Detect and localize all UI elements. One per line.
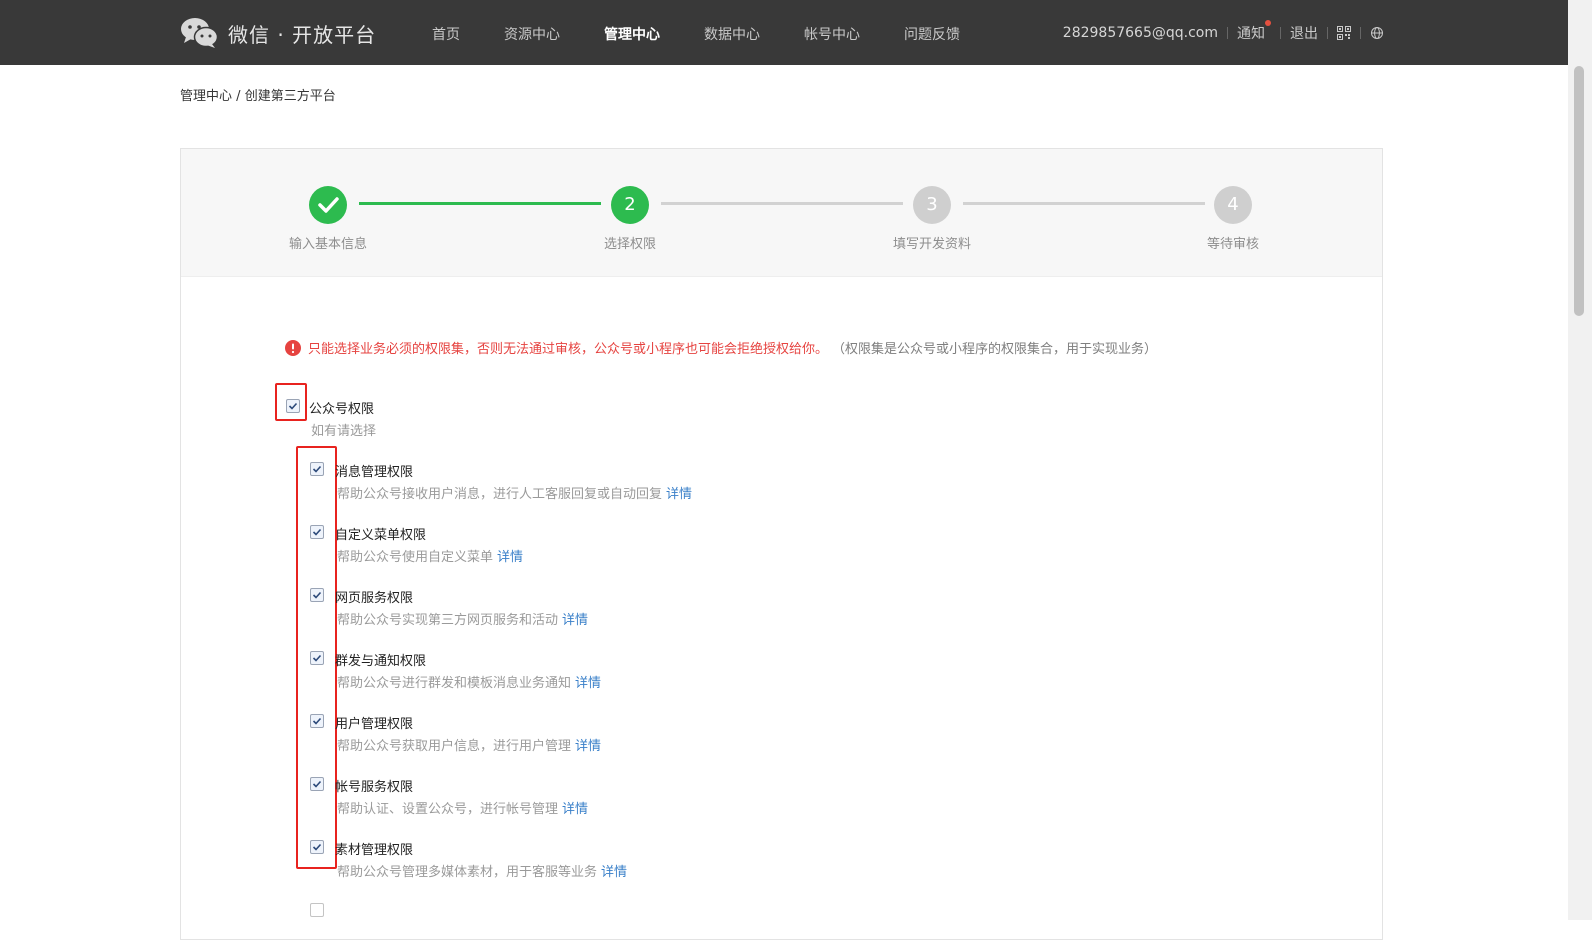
step-4-circle: 4	[1214, 186, 1252, 224]
wechat-open-platform-logo[interactable]: 微信 · 开放平台	[180, 17, 376, 49]
permission-title: 自定义菜单权限	[335, 528, 427, 543]
breadcrumb-parent-link[interactable]: 管理中心	[180, 89, 232, 104]
permission-checkbox-user[interactable]	[310, 714, 324, 728]
wechat-logo-icon	[181, 18, 218, 48]
top-navigation-bar: 微信 · 开放平台 首页 资源中心 管理中心 数据中心 帐号中心 问题反馈 28…	[0, 0, 1592, 65]
nav-item-resources[interactable]: 资源中心	[504, 24, 560, 44]
check-icon	[312, 465, 322, 473]
permission-checkbox-message[interactable]	[310, 462, 324, 476]
permission-warning: 只能选择业务必须的权限集，否则无法通过审核，公众号或小程序也可能会拒绝授权给你。…	[285, 338, 1157, 357]
page-scrollbar[interactable]	[1568, 0, 1592, 920]
permission-detail-link[interactable]: 详情	[497, 550, 523, 565]
permission-detail-link[interactable]: 详情	[575, 739, 601, 754]
step-2-circle: 2	[611, 186, 649, 224]
permission-desc-text: 帮助公众号管理多媒体素材，用于客服等业务	[337, 865, 598, 880]
permission-description: 帮助公众号接收用户消息，进行人工客服回复或自动回复 详情	[337, 483, 692, 502]
permission-checkbox-next[interactable]	[310, 903, 324, 917]
step-3-circle: 3	[913, 186, 951, 224]
globe-icon[interactable]	[1370, 26, 1384, 40]
user-email[interactable]: 2829857665@qq.com	[1063, 25, 1218, 41]
permission-desc-text: 帮助公众号使用自定义菜单	[337, 550, 494, 565]
permission-description: 帮助公众号获取用户信息，进行用户管理 详情	[337, 735, 601, 754]
permission-checkbox-broadcast[interactable]	[310, 651, 324, 665]
permission-detail-link[interactable]: 详情	[562, 613, 588, 628]
nav-item-account[interactable]: 帐号中心	[804, 24, 860, 44]
permission-desc-text: 帮助公众号接收用户消息，进行人工客服回复或自动回复	[337, 487, 663, 502]
check-icon	[312, 654, 322, 662]
notification-dot	[1265, 19, 1271, 26]
divider	[1327, 26, 1328, 39]
permission-title: 消息管理权限	[335, 465, 414, 480]
breadcrumb-current: 创建第三方平台	[244, 89, 336, 104]
step-connector-2	[661, 202, 903, 205]
permission-detail-link[interactable]: 详情	[562, 802, 588, 817]
group-checkbox[interactable]	[286, 399, 300, 413]
checkmark-icon	[318, 197, 339, 213]
permission-checkbox-material[interactable]	[310, 840, 324, 854]
permission-title: 群发与通知权限	[335, 654, 427, 669]
create-platform-panel: 2 3 4 输入基本信息 选择权限 填写开发资料 等待审核 只能选择业务必须的权…	[180, 148, 1383, 940]
user-area: 2829857665@qq.com 通知 退出	[1063, 0, 1384, 65]
step-4-label: 等待审核	[1206, 237, 1259, 252]
group-subtitle: 如有请选择	[311, 424, 377, 439]
step-1-done-circle	[309, 186, 347, 224]
nav-item-data[interactable]: 数据中心	[704, 24, 760, 44]
notify-label: 通知	[1237, 25, 1265, 42]
logout-link[interactable]: 退出	[1290, 23, 1318, 43]
check-icon	[312, 528, 322, 536]
check-icon	[312, 843, 322, 851]
step-1-label: 输入基本信息	[288, 237, 367, 252]
nav-item-management[interactable]: 管理中心	[604, 24, 660, 44]
permission-title: 网页服务权限	[335, 591, 414, 606]
notify-link[interactable]: 通知	[1237, 19, 1271, 43]
permission-description: 帮助公众号进行群发和模板消息业务通知 详情	[337, 672, 601, 691]
permission-description: 帮助公众号管理多媒体素材，用于客服等业务 详情	[337, 861, 627, 880]
divider	[1280, 26, 1281, 39]
breadcrumb-separator: /	[236, 89, 241, 104]
exclamation-icon	[285, 339, 301, 356]
permission-checkbox-account[interactable]	[310, 777, 324, 791]
permission-desc-text: 帮助认证、设置公众号，进行帐号管理	[337, 802, 559, 817]
warning-red-text: 只能选择业务必须的权限集，否则无法通过审核，公众号或小程序也可能会拒绝授权给你。	[308, 342, 829, 357]
warning-gray-text: （权限集是公众号或小程序的权限集合，用于实现业务）	[832, 342, 1158, 357]
step-3-label: 填写开发资料	[892, 237, 971, 252]
nav-item-home[interactable]: 首页	[432, 24, 460, 44]
permission-desc-text: 帮助公众号实现第三方网页服务和活动	[337, 613, 559, 628]
step-2-label: 选择权限	[603, 237, 656, 252]
permission-title: 用户管理权限	[335, 717, 414, 732]
divider	[1227, 26, 1228, 39]
check-icon	[312, 591, 322, 599]
logo-text: 微信 · 开放平台	[228, 22, 377, 47]
step-connector-1	[359, 202, 601, 205]
progress-steps: 2 3 4 输入基本信息 选择权限 填写开发资料 等待审核	[181, 149, 1382, 277]
permission-checkbox-webpage[interactable]	[310, 588, 324, 602]
permission-desc-text: 帮助公众号获取用户信息，进行用户管理	[337, 739, 572, 754]
permission-detail-link[interactable]: 详情	[601, 865, 627, 880]
divider	[1360, 26, 1361, 39]
step-connector-3	[963, 202, 1205, 205]
permission-description: 帮助公众号使用自定义菜单 详情	[337, 546, 523, 565]
permission-description: 帮助认证、设置公众号，进行帐号管理 详情	[337, 798, 588, 817]
permission-title: 帐号服务权限	[335, 780, 414, 795]
permission-checkbox-menu[interactable]	[310, 525, 324, 539]
check-icon	[288, 402, 298, 410]
permission-description: 帮助公众号实现第三方网页服务和活动 详情	[337, 609, 588, 628]
permission-title: 素材管理权限	[335, 843, 414, 858]
breadcrumb: 管理中心 / 创建第三方平台	[180, 85, 336, 104]
permission-detail-link[interactable]: 详情	[575, 676, 601, 691]
group-title: 公众号权限	[309, 402, 375, 417]
check-icon	[312, 780, 322, 788]
permission-detail-link[interactable]: 详情	[666, 487, 692, 502]
nav-item-feedback[interactable]: 问题反馈	[904, 24, 960, 44]
scrollbar-thumb[interactable]	[1574, 66, 1584, 316]
permission-desc-text: 帮助公众号进行群发和模板消息业务通知	[337, 676, 572, 691]
check-icon	[312, 717, 322, 725]
qr-code-icon[interactable]	[1337, 25, 1351, 40]
